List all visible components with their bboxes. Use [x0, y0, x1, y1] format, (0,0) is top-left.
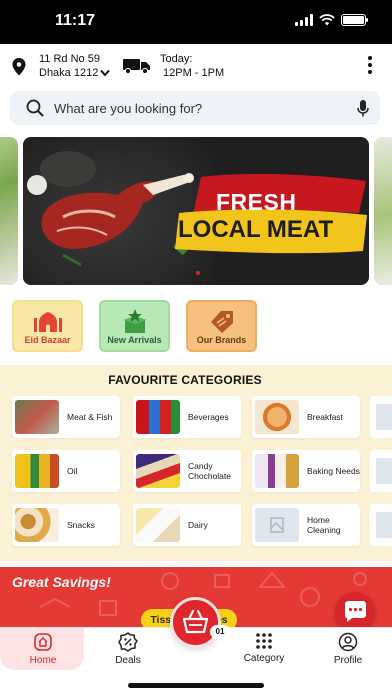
carousel-indicator	[196, 271, 200, 275]
microphone-icon[interactable]	[357, 100, 369, 117]
category-label: Home Cleaning	[307, 515, 341, 535]
status-icons	[295, 14, 368, 26]
section-title: FAVOURITE CATEGORIES	[108, 373, 262, 387]
address-line2[interactable]: Dhaka 1212	[39, 67, 98, 79]
category-label: Breakfast	[307, 412, 343, 422]
quick-link-label: New Arrivals	[107, 335, 162, 345]
category-image	[15, 400, 59, 434]
nav-deals[interactable]: Deals	[98, 632, 158, 672]
chevron-down-icon[interactable]	[100, 69, 110, 77]
location-pin-icon[interactable]	[12, 58, 26, 76]
category-image	[15, 508, 59, 542]
carousel-slide-next[interactable]	[374, 137, 392, 285]
nav-label: Deals	[115, 655, 141, 666]
chat-bubble-icon	[345, 601, 366, 622]
category-label: Meat & Fish	[67, 412, 113, 422]
quick-link-new-arrivals[interactable]: New Arrivals	[99, 300, 170, 352]
search-input[interactable]	[54, 91, 344, 125]
category-snacks[interactable]: Snacks	[12, 504, 120, 546]
nav-profile[interactable]: Profile	[318, 632, 378, 672]
delivery-label: Today:	[160, 53, 193, 65]
quick-links: Eid Bazaar New Arrivals Our Brands	[12, 300, 272, 352]
category-label: Beverages	[188, 412, 229, 422]
nav-label: Home	[29, 655, 57, 666]
home-indicator	[128, 683, 264, 688]
category-candy-chocolate[interactable]: Candy Chocholate	[133, 450, 241, 492]
banner-title-line1: FRESH	[216, 189, 297, 215]
category-baking-needs[interactable]: Baking Needs	[252, 450, 360, 492]
mosque-icon	[33, 312, 62, 332]
category-image	[136, 454, 180, 488]
category-partial[interactable]	[370, 450, 392, 492]
search-icon	[26, 99, 44, 117]
signal-icon	[295, 14, 313, 26]
category-image	[255, 400, 299, 434]
nav-label: Profile	[333, 655, 363, 666]
carousel-slide-previous[interactable]	[0, 137, 18, 285]
category-label: Snacks	[67, 520, 95, 530]
category-label: Candy Chocholate	[188, 461, 232, 481]
nav-category[interactable]: Category	[234, 632, 294, 672]
status-time: 11:17	[55, 12, 96, 29]
category-meat-fish[interactable]: Meat & Fish	[12, 396, 120, 438]
nav-home[interactable]: Home	[13, 632, 73, 672]
nav-label: Category	[243, 653, 285, 664]
quick-link-our-brands[interactable]: Our Brands	[186, 300, 257, 352]
category-image	[136, 508, 180, 542]
category-breakfast[interactable]: Breakfast	[252, 396, 360, 438]
category-image	[136, 400, 180, 434]
favourite-categories-section: FAVOURITE CATEGORIES Meat & Fish Beverag…	[0, 365, 392, 561]
delivery-time: 12PM - 1PM	[163, 67, 225, 79]
carousel-dot-active	[196, 271, 200, 275]
status-bar: 11:17	[0, 0, 392, 44]
banner-title-line2: LOCAL MEAT	[178, 216, 334, 243]
cart-button[interactable]	[170, 597, 221, 648]
cart-count-badge: 01	[210, 625, 230, 639]
category-home-cleaning[interactable]: Home Cleaning	[252, 504, 360, 546]
gift-box-star-icon	[122, 309, 147, 333]
address-line1[interactable]: 11 Rd No 59	[39, 53, 100, 65]
home-icon	[34, 633, 52, 651]
category-label: Dairy	[188, 520, 208, 530]
category-image	[255, 454, 299, 488]
category-partial[interactable]	[370, 504, 392, 546]
placeholder-image-icon	[255, 508, 299, 542]
battery-icon	[341, 14, 368, 26]
promo-carousel[interactable]: FRESH LOCAL MEAT	[0, 137, 392, 285]
quick-link-label: Eid Bazaar	[24, 335, 71, 345]
basket-icon	[182, 609, 209, 634]
wifi-icon	[319, 14, 335, 26]
quick-link-label: Our Brands	[196, 335, 247, 345]
category-label: Oil	[67, 466, 78, 476]
category-dairy[interactable]: Dairy	[133, 504, 241, 546]
header: 11 Rd No 59 Dhaka 1212 Today: 12PM - 1PM	[0, 44, 392, 86]
user-icon	[338, 632, 358, 652]
quick-link-eid-bazaar[interactable]: Eid Bazaar	[12, 300, 83, 352]
tag-icon	[210, 311, 233, 333]
category-partial[interactable]	[370, 396, 392, 438]
chat-button[interactable]	[335, 592, 375, 632]
more-menu-icon[interactable]	[364, 54, 376, 76]
category-oil[interactable]: Oil	[12, 450, 120, 492]
deals-badge-icon	[118, 632, 138, 652]
category-beverages[interactable]: Beverages	[133, 396, 241, 438]
category-label: Baking Needs	[307, 466, 360, 476]
category-image	[15, 454, 59, 488]
section-title: Great Savings!	[12, 574, 111, 590]
grid-icon	[256, 633, 272, 649]
delivery-truck-icon	[123, 59, 150, 74]
carousel-slide-meat[interactable]: FRESH LOCAL MEAT	[23, 137, 369, 285]
search-bar[interactable]	[10, 91, 380, 125]
